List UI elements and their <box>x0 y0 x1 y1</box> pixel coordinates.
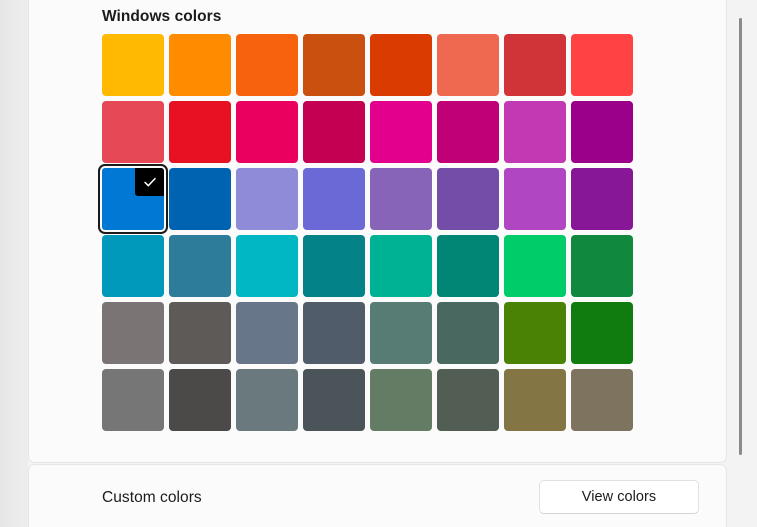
color-swatch-red[interactable] <box>571 34 633 96</box>
color-swatch-camouflage-desert[interactable] <box>504 369 566 431</box>
color-swatch-storm[interactable] <box>169 369 231 431</box>
color-swatch-pink[interactable] <box>504 101 566 163</box>
color-swatch-violet-red-light[interactable] <box>504 168 566 230</box>
custom-colors-label: Custom colors <box>102 489 202 507</box>
color-swatch-pale-red[interactable] <box>504 34 566 96</box>
color-swatch-orchid-light[interactable] <box>370 101 432 163</box>
color-swatch-magenta[interactable] <box>571 101 633 163</box>
color-swatch-sport-green[interactable] <box>571 235 633 297</box>
color-swatch-navy-blue[interactable] <box>169 168 231 230</box>
color-swatch-moss[interactable] <box>437 302 499 364</box>
custom-colors-card: Custom colors View colors <box>28 464 727 527</box>
color-swatch-purple-shadow[interactable] <box>236 168 298 230</box>
color-swatch-cool-blue[interactable] <box>169 235 231 297</box>
color-swatch-liddy-green[interactable] <box>370 369 432 431</box>
vertical-scrollbar-track[interactable] <box>729 0 757 527</box>
color-swatch-green[interactable] <box>571 302 633 364</box>
color-swatch-orchid[interactable] <box>437 101 499 163</box>
color-swatch-sage[interactable] <box>437 369 499 431</box>
color-swatch-iris-pastel[interactable] <box>370 168 432 230</box>
color-swatch-rose-bright[interactable] <box>102 101 164 163</box>
color-swatch-mod-red[interactable] <box>437 34 499 96</box>
color-swatch-plum-light[interactable] <box>236 101 298 163</box>
color-swatch-rust[interactable] <box>303 34 365 96</box>
color-swatch-gray-brown[interactable] <box>169 302 231 364</box>
color-swatch-violet-red[interactable] <box>571 168 633 230</box>
windows-colors-card: Windows colors <box>28 0 727 463</box>
color-swatch-overcast[interactable] <box>102 369 164 431</box>
color-swatch-plum[interactable] <box>303 101 365 163</box>
color-swatch-rose[interactable] <box>169 101 231 163</box>
color-swatch-iris-spring[interactable] <box>437 168 499 230</box>
color-swatch-gray-dark[interactable] <box>303 369 365 431</box>
color-swatch-seafoam-teal[interactable] <box>303 235 365 297</box>
windows-colors-title: Windows colors <box>102 8 221 26</box>
color-swatch-blue-gray[interactable] <box>236 369 298 431</box>
color-swatch-gold[interactable] <box>102 34 164 96</box>
color-swatch-blue[interactable] <box>102 168 164 230</box>
windows-colors-swatch-grid <box>102 34 633 431</box>
page-left-gutter <box>0 0 28 527</box>
color-swatch-camouflage[interactable] <box>571 369 633 431</box>
color-swatch-metal-blue[interactable] <box>303 302 365 364</box>
color-swatch-gray[interactable] <box>102 302 164 364</box>
color-swatch-seafoam[interactable] <box>236 235 298 297</box>
settings-content-column: Windows colors Custom colors View colors <box>28 0 729 527</box>
color-swatch-cool-blue-bright[interactable] <box>102 235 164 297</box>
color-swatch-brick-red[interactable] <box>370 34 432 96</box>
color-swatch-orange-bright[interactable] <box>169 34 231 96</box>
color-swatch-orange-dark[interactable] <box>236 34 298 96</box>
color-swatch-turf-green[interactable] <box>504 235 566 297</box>
color-swatch-meadow-green[interactable] <box>504 302 566 364</box>
selected-color-badge <box>135 168 164 196</box>
color-swatch-purple-shadow-dark[interactable] <box>303 168 365 230</box>
color-swatch-steel-blue[interactable] <box>236 302 298 364</box>
vertical-scrollbar-thumb[interactable] <box>739 18 742 455</box>
color-swatch-mint-light[interactable] <box>370 235 432 297</box>
view-colors-button[interactable]: View colors <box>539 480 699 514</box>
check-icon <box>142 174 158 190</box>
color-swatch-pale-moss[interactable] <box>370 302 432 364</box>
color-swatch-mint-dark[interactable] <box>437 235 499 297</box>
